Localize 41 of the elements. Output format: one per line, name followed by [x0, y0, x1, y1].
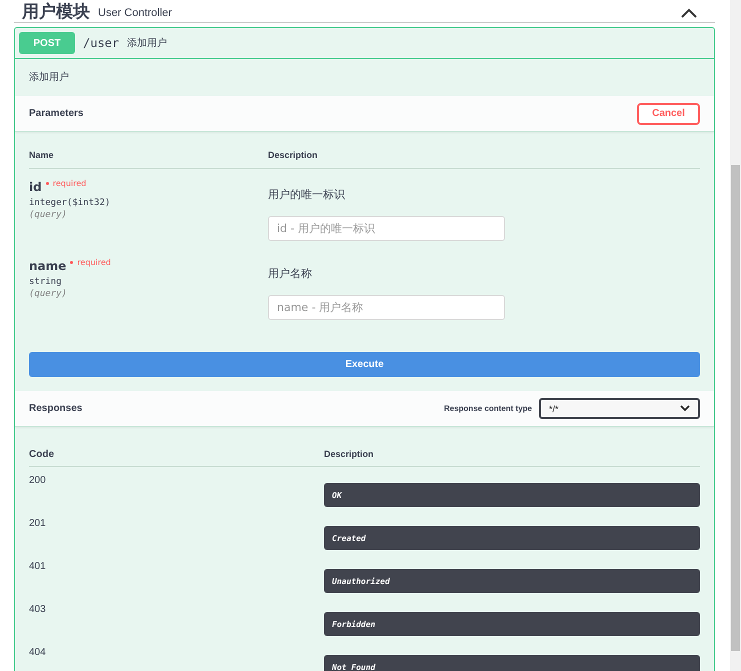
response-code: 200 [29, 475, 47, 488]
column-header: Code [29, 449, 55, 460]
content-type-label: Response content type [444, 404, 532, 413]
input-field[interactable]: id - 用户的唯一标识 [268, 216, 505, 241]
content-type-select[interactable]: */* [539, 398, 700, 419]
response-description: Created [324, 526, 700, 550]
column-header: Description [324, 449, 375, 460]
response-code: 404 [29, 647, 47, 660]
column-header: Name [29, 150, 55, 160]
response-code: 401 [29, 561, 47, 574]
response-description: OK [324, 483, 700, 507]
response-description: Unauthorized [324, 569, 700, 593]
parameter-description: 用户的唯一标识 [268, 187, 346, 202]
response-code: 403 [29, 604, 47, 617]
section-subtitle: User Controller [98, 6, 173, 21]
parameter-name: id [29, 180, 42, 194]
response-description: Not Found [324, 655, 700, 671]
parameter-name: name [29, 259, 66, 273]
parameter-description: 用户名称 [268, 266, 313, 281]
chevron-icon[interactable] [681, 8, 697, 18]
caret-icon [680, 405, 690, 412]
response-code: 201 [29, 518, 47, 531]
column-header: Description [268, 150, 319, 160]
parameter-type: string [29, 277, 63, 287]
operation-summary-text: 添加用户 [127, 36, 168, 50]
parameters-title: Parameters [29, 108, 84, 119]
operation-description: 添加用户 [28, 70, 70, 85]
scrollbar[interactable] [730, 0, 741, 671]
responses-title: Responses [29, 403, 82, 414]
section-title: 用户模块 [22, 2, 90, 22]
required-label: required [70, 258, 111, 267]
endpoint-path: /user [83, 36, 120, 50]
input-field[interactable]: name - 用户名称 [268, 295, 505, 320]
operation-summary[interactable]: POST /user 添加用户 [15, 28, 714, 59]
response-description: Forbidden [324, 612, 700, 636]
method-badge: POST [19, 32, 75, 54]
section-header[interactable]: 用户模块 User Controller [14, 0, 715, 23]
parameter-type: integer($int32) [29, 198, 112, 208]
parameter-location: (query) [29, 289, 68, 299]
required-label: required [46, 179, 86, 188]
parameter-location: (query) [29, 210, 68, 220]
